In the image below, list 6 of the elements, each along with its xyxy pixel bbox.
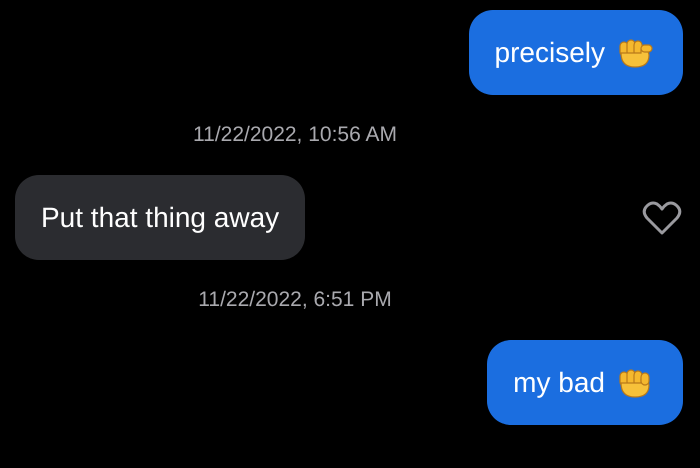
message-bubble: my bad [487, 340, 683, 425]
message-bubble: precisely [468, 10, 683, 95]
timestamp: 11/22/2022, 10:56 AM [193, 123, 397, 147]
timestamp: 11/22/2022, 6:51 PM [198, 288, 392, 312]
message-bubble: Put that thing away [15, 175, 306, 260]
heart-icon[interactable] [642, 200, 682, 236]
